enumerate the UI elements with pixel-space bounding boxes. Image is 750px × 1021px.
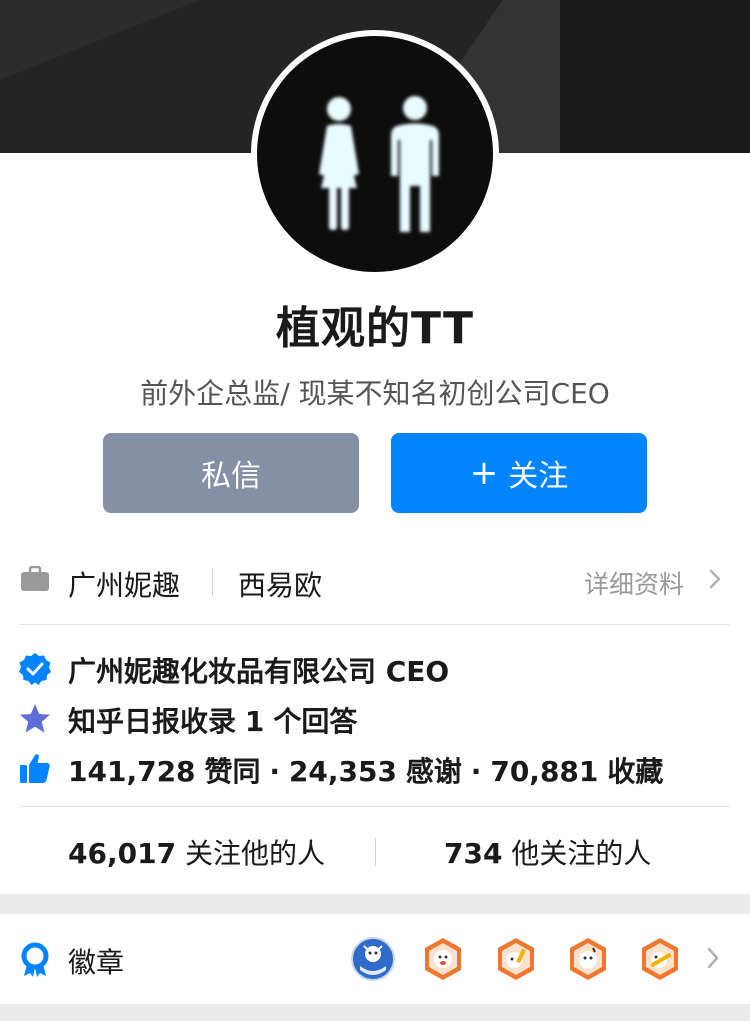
zhihu-daily-line[interactable]: 知乎日报收录 1 个回答	[0, 698, 750, 742]
restroom-sign-icon	[319, 96, 439, 232]
dot-separator: ·	[269, 755, 280, 788]
profile-name: 植观的TT	[275, 303, 475, 354]
plus-icon: +	[469, 453, 499, 493]
followers-count: 46,017	[68, 837, 177, 870]
follow-button[interactable]: + 关注	[391, 433, 647, 513]
badges-row[interactable]: 徽章	[0, 914, 750, 1004]
following-link[interactable]: 734 他关注的人	[444, 832, 651, 872]
shield-badge-icon	[351, 937, 395, 981]
detail-profile-link[interactable]: 详细资料	[584, 565, 684, 601]
star-icon	[20, 704, 50, 733]
divider	[20, 806, 730, 807]
divider	[20, 624, 730, 625]
section-gap	[0, 894, 750, 914]
followers-link[interactable]: 46,017 关注他的人	[68, 832, 325, 872]
follow-stats: 46,017 关注他的人 734 他关注的人	[0, 830, 750, 874]
message-button[interactable]: 私信	[103, 433, 359, 513]
thanks-count: 24,353	[288, 755, 397, 788]
likes-count: 141,728	[68, 755, 196, 788]
divider	[375, 838, 376, 866]
follow-button-label: 关注	[508, 459, 569, 494]
avatar[interactable]	[251, 30, 499, 278]
hexagon-badge-icon	[570, 938, 606, 980]
zhihu-daily-count: 1	[244, 705, 265, 738]
verified-icon	[19, 653, 51, 685]
chevron-right-icon	[709, 569, 721, 589]
hexagon-badge-icon	[425, 938, 461, 980]
briefcase-icon	[21, 566, 49, 591]
job-position: 西易欧	[238, 569, 323, 602]
zhihu-daily-suffix: 个回答	[273, 705, 358, 738]
following-label: 他关注的人	[511, 837, 652, 870]
company-name: 广州妮趣	[68, 569, 181, 602]
badges-label: 徽章	[68, 946, 125, 979]
hexagon-badge-icon	[498, 938, 534, 980]
thumbs-up-icon	[20, 754, 50, 783]
followers-label: 关注他的人	[184, 837, 325, 870]
employment-row[interactable]: 广州妮趣 西易欧 详细资料	[0, 548, 750, 614]
section-gap	[0, 1004, 750, 1021]
thanks-label: 感谢	[405, 755, 462, 788]
stats-line: 141,728 赞同 · 24,353 感谢 · 70,881 收藏	[0, 748, 750, 792]
verification-line: 广州妮趣化妆品有限公司 CEO	[0, 648, 750, 692]
following-count: 734	[444, 837, 503, 870]
favorites-count: 70,881	[490, 755, 599, 788]
dot-separator: ·	[470, 755, 482, 788]
message-button-label: 私信	[201, 459, 261, 494]
chevron-right-icon	[707, 947, 719, 969]
medal-icon	[21, 942, 49, 977]
zhihu-daily-prefix: 知乎日报收录	[68, 705, 237, 738]
divider	[212, 568, 213, 596]
hexagon-badge-icon	[642, 938, 678, 980]
favorites-label: 收藏	[607, 755, 664, 788]
profile-headline: 前外企总监/ 现某不知名初创公司CEO	[140, 377, 610, 410]
likes-label: 赞同	[204, 755, 261, 788]
verification-text: 广州妮趣化妆品有限公司 CEO	[68, 655, 450, 688]
